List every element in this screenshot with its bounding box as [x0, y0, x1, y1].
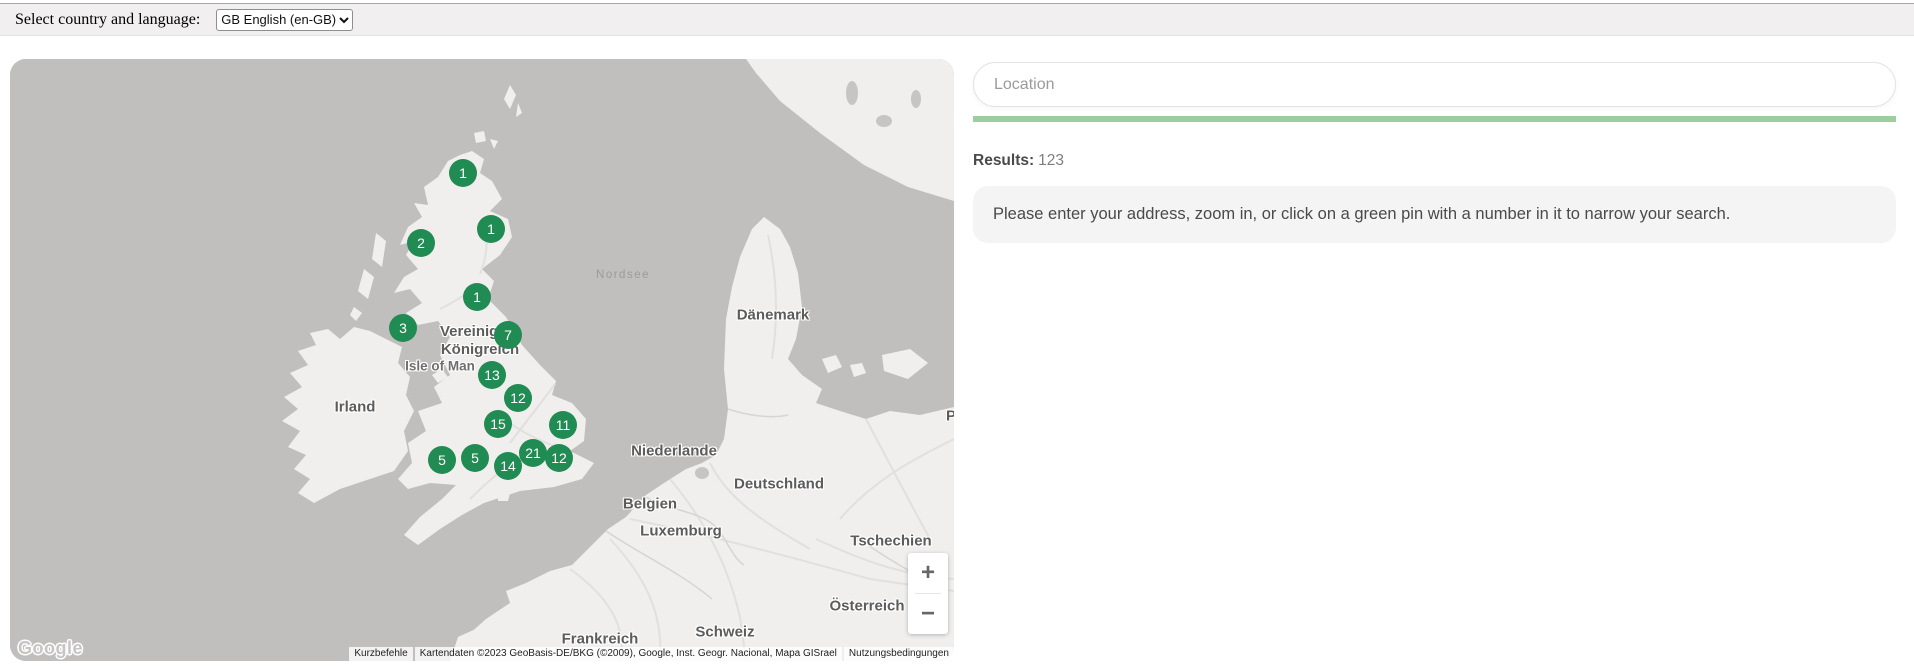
cluster-pin[interactable]: 1	[449, 159, 477, 187]
map-zoom-control: + −	[908, 553, 948, 634]
google-logo[interactable]: Google	[18, 638, 83, 659]
cluster-pin[interactable]: 7	[494, 321, 522, 349]
cluster-pin[interactable]: 1	[463, 283, 491, 311]
map-label-deutschland: Deutschland	[734, 476, 824, 493]
map-label-belgien: Belgien	[623, 496, 677, 513]
cluster-pin[interactable]: 5	[461, 444, 489, 472]
cluster-pin[interactable]: 14	[494, 452, 522, 480]
cluster-pin[interactable]: 3	[389, 314, 417, 342]
cluster-pin[interactable]: 1	[477, 215, 505, 243]
map-label-niederlande: Niederlande	[631, 443, 717, 460]
map-label-frankreich: Frankreich	[562, 631, 639, 648]
map-label-schweiz: Schweiz	[695, 624, 754, 641]
cluster-pin[interactable]: 2	[407, 229, 435, 257]
map-label-p: P	[946, 408, 954, 425]
search-hint-message: Please enter your address, zoom in, or c…	[973, 186, 1896, 243]
results-count: 123	[1038, 152, 1064, 169]
map-label-luxemburg: Luxemburg	[640, 523, 722, 540]
cluster-pin[interactable]: 21	[519, 439, 547, 467]
map-attribution: Kurzbefehle Kartendaten ©2023 GeoBasis-D…	[349, 647, 954, 661]
map-canvas[interactable]: NordseeDänemarkVereinigtes KönigreichIsl…	[10, 59, 954, 661]
map-label-isle-of-man: Isle of Man	[405, 359, 475, 374]
country-language-select[interactable]: GB English (en-GB)	[216, 9, 353, 31]
cluster-pin[interactable]: 12	[545, 444, 573, 472]
zoom-out-button[interactable]: −	[908, 594, 948, 634]
country-language-bar: Select country and language: GB English …	[0, 3, 1914, 36]
terms-of-use-link[interactable]: Nutzungsbedingungen	[844, 647, 954, 661]
cluster-pin[interactable]: 11	[549, 411, 577, 439]
zoom-in-button[interactable]: +	[908, 553, 948, 593]
cluster-pin[interactable]: 5	[428, 446, 456, 474]
store-locator-page: Select country and language: GB English …	[0, 0, 1914, 671]
map-overlay: NordseeDänemarkVereinigtes KönigreichIsl…	[10, 59, 954, 661]
results-label: Results:	[973, 152, 1034, 169]
map-label-nordsee: Nordsee	[596, 269, 650, 281]
cluster-pin[interactable]: 15	[484, 410, 512, 438]
map-data-text: Kartendaten ©2023 GeoBasis-DE/BKG (©2009…	[415, 647, 842, 661]
cluster-pin[interactable]: 13	[478, 361, 506, 389]
keyboard-shortcuts-link[interactable]: Kurzbefehle	[349, 647, 412, 661]
map-label-irland: Irland	[335, 399, 376, 416]
map-label-tschechien: Tschechien	[850, 533, 931, 550]
cluster-pin[interactable]: 12	[504, 384, 532, 412]
results-row: Results:123	[973, 152, 1896, 170]
location-input[interactable]	[973, 62, 1896, 107]
search-results-panel: Results:123 Please enter your address, z…	[973, 62, 1896, 243]
map-label--sterreich: Österreich	[829, 598, 904, 615]
country-language-label: Select country and language:	[15, 11, 200, 29]
accent-bar	[973, 116, 1896, 122]
map-label-d-nemark: Dänemark	[737, 307, 810, 324]
